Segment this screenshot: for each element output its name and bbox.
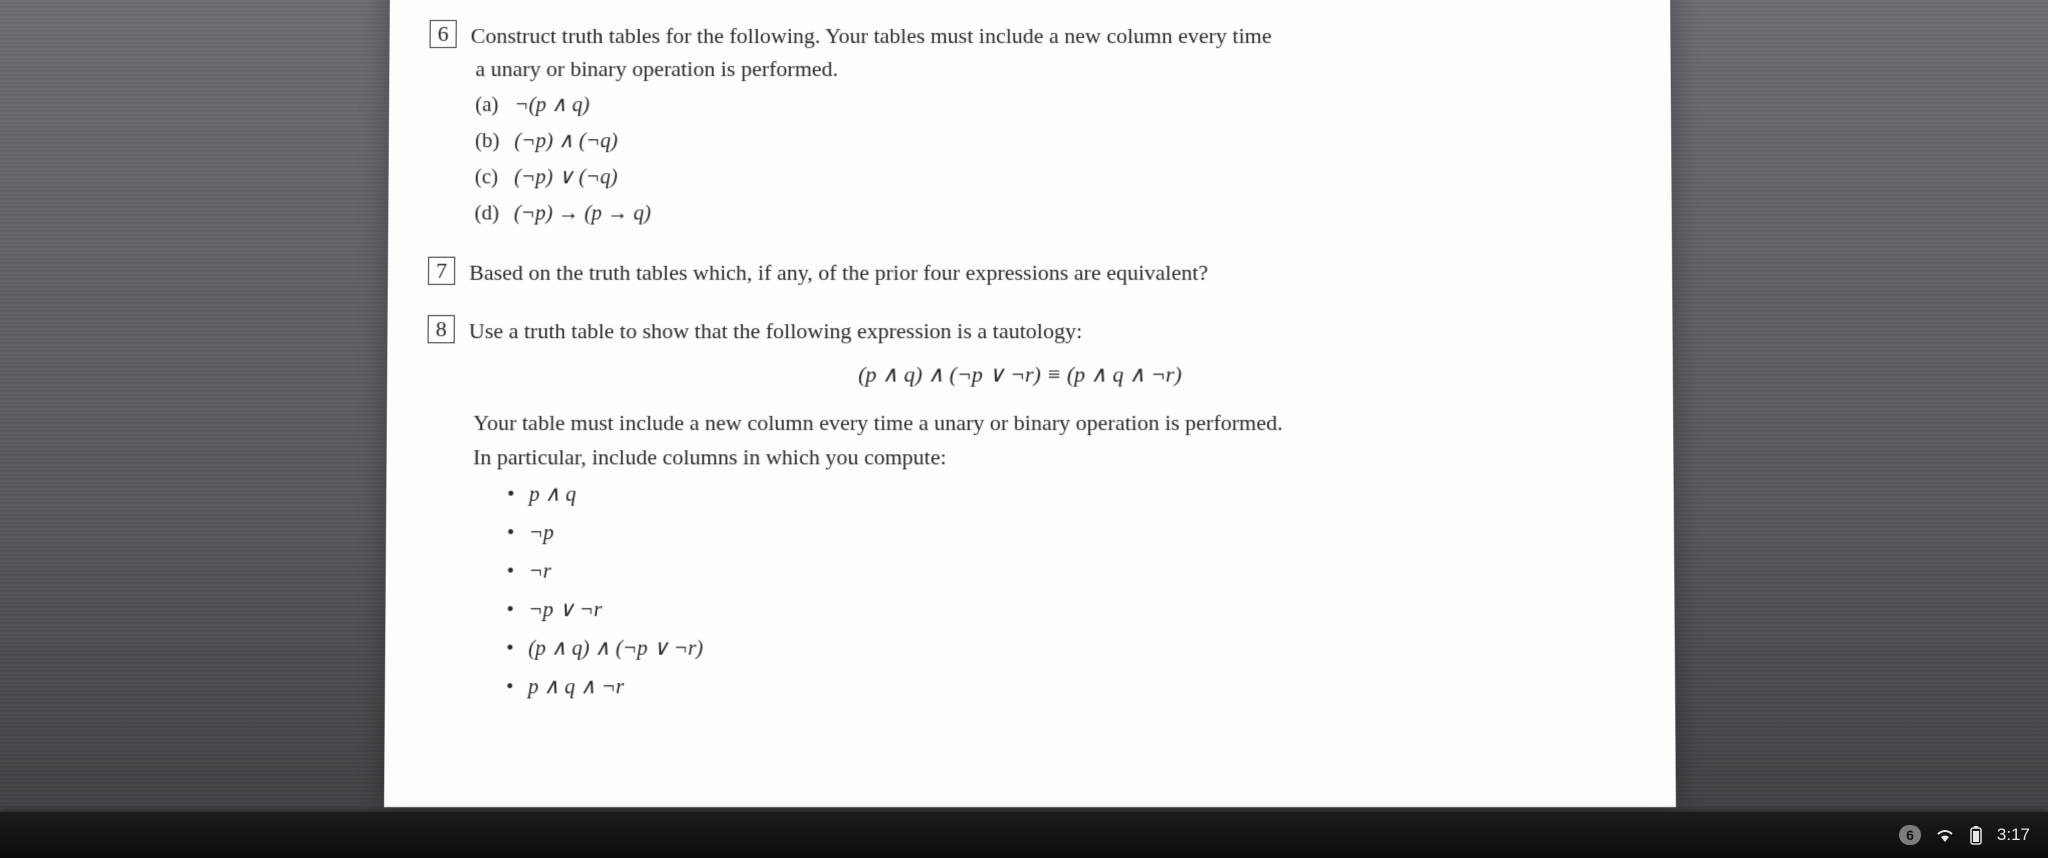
item-c-label: (c) [475,158,509,194]
item-d-expression: (¬p) → (p → q) [514,200,651,224]
item-c-expression: (¬p) ∨ (¬q) [514,164,618,188]
item-c: (c) (¬p) ∨ (¬q) [475,158,1612,194]
problem-8-note-line1: Your table must include a new column eve… [473,406,1613,440]
problem-6-prompt-line1: Construct truth tables for the following… [471,23,1272,48]
item-a-expression: ¬(p ∧ q) [514,92,589,116]
problem-6-items: (a) ¬(p ∧ q) (b) (¬p) ∧ (¬q) (c) (¬p) ∨ … [474,86,1611,231]
notification-badge[interactable]: 6 [1899,825,1921,845]
battery-icon[interactable] [1969,825,1983,845]
bullet-4: ¬p ∨ ¬r [506,590,1614,629]
problem-8-prompt: Use a truth table to show that the follo… [469,318,1083,343]
bullet-2: ¬p [507,513,1614,551]
item-a: (a) ¬(p ∧ q) [475,86,1611,122]
problem-7: 7 Based on the truth tables which, if an… [428,257,1612,289]
problem-number-8: 8 [428,315,455,343]
taskbar[interactable]: 6 3:17 [0,812,2048,858]
clock[interactable]: 3:17 [1997,825,2030,845]
desktop-background: 6 Construct truth tables for the followi… [0,0,2048,858]
problem-8: 8 Use a truth table to show that the fol… [425,315,1615,705]
problem-number-6: 6 [430,20,457,48]
problem-8-note-line2: In particular, include columns in which … [473,440,1613,474]
item-b-label: (b) [475,122,509,158]
problem-7-prompt: Based on the truth tables which, if any,… [469,260,1208,285]
item-b: (b) (¬p) ∧ (¬q) [475,122,1611,158]
bullet-1: p ∧ q [507,474,1614,512]
bullet-3: ¬r [506,551,1614,589]
item-a-label: (a) [475,86,509,122]
item-d-label: (d) [474,194,508,230]
problem-8-formula: (p ∧ q) ∧ (¬p ∨ ¬r) ≡ (p ∧ q ∧ ¬r) [427,361,1612,387]
problem-number-7: 7 [428,257,455,285]
bullet-5: (p ∧ q) ∧ (¬p ∨ ¬r) [506,628,1614,667]
problem-8-bullets: p ∧ q ¬p ¬r ¬p ∨ ¬r (p ∧ q) ∧ (¬p ∨ ¬r) … [506,474,1615,705]
document-page: 6 Construct truth tables for the followi… [384,0,1676,807]
bullet-6: p ∧ q ∧ ¬r [506,667,1615,706]
wifi-icon[interactable] [1935,827,1955,843]
item-b-expression: (¬p) ∧ (¬q) [514,128,617,152]
item-d: (d) (¬p) → (p → q) [474,194,1611,230]
problem-6-prompt-line2: a unary or binary operation is performed… [475,52,1610,86]
problem-6: 6 Construct truth tables for the followi… [428,20,1611,231]
